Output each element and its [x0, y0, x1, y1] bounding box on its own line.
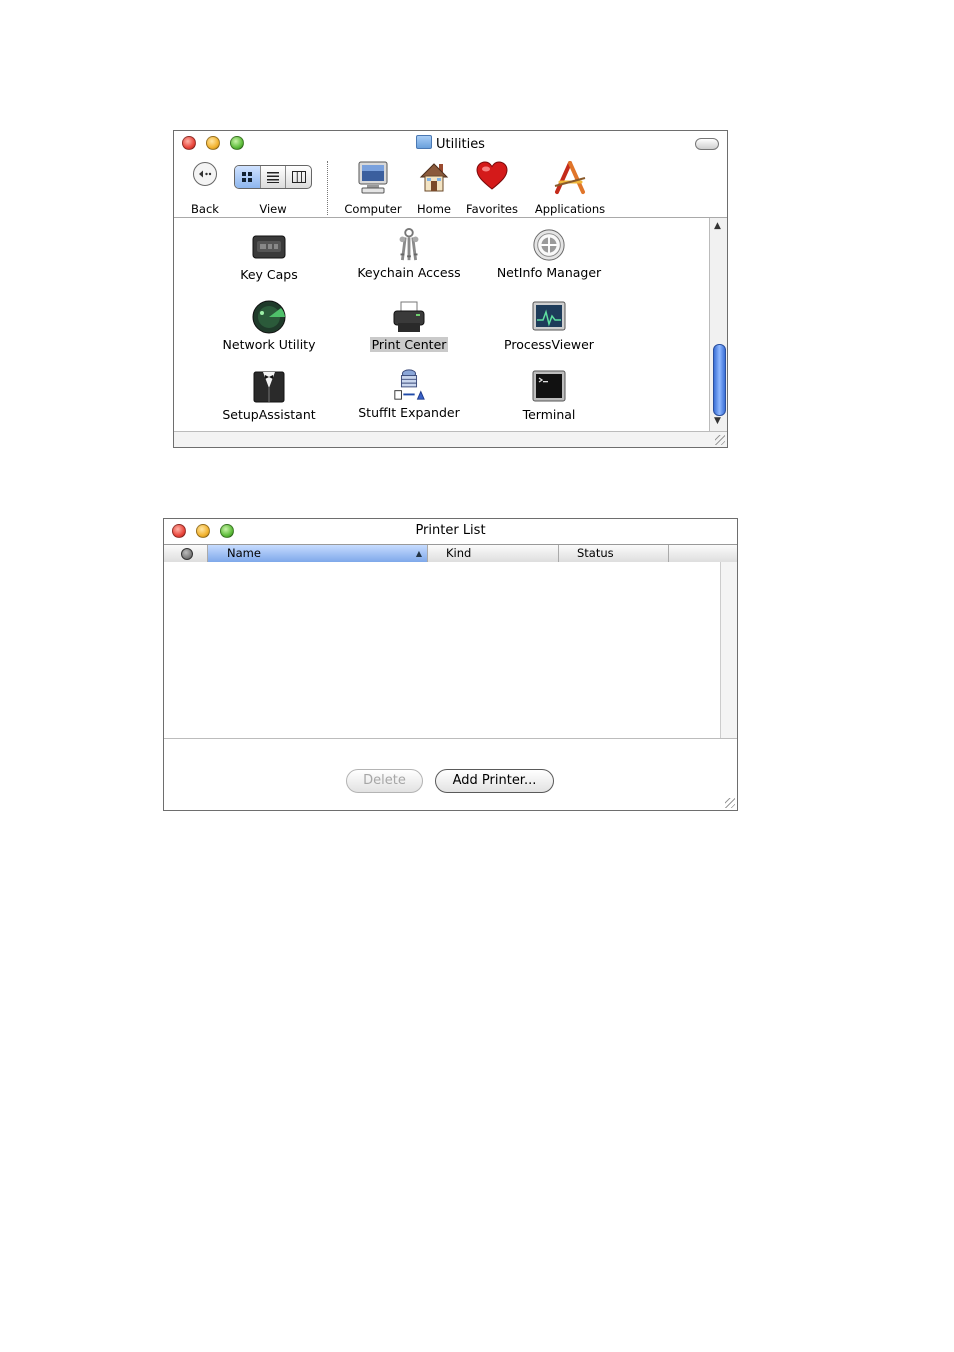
default-printer-column[interactable]	[164, 545, 208, 562]
default-printer-icon	[181, 548, 193, 560]
scroll-down-arrow-icon[interactable]: ▼	[714, 416, 721, 426]
button-bar: Delete Add Printer...	[164, 738, 737, 810]
computer-button[interactable]: Computer	[342, 155, 404, 216]
column-headers: Name ▲ Kind Status	[164, 544, 737, 563]
item-print-center[interactable]: Print Center	[339, 300, 479, 352]
item-processviewer[interactable]: ProcessViewer	[479, 300, 619, 352]
toolbar-toggle-button[interactable]	[695, 138, 719, 150]
stuffit-icon	[394, 369, 425, 400]
columns-icon	[291, 171, 306, 183]
list-lines-icon	[267, 172, 279, 183]
status-bar	[174, 431, 727, 447]
delete-button[interactable]: Delete	[346, 769, 423, 793]
utilities-window: Utilities Back View Computer Home Favori…	[173, 130, 728, 448]
terminal-icon	[532, 370, 566, 402]
printer-list-titlebar[interactable]: Printer List	[164, 519, 737, 544]
item-setupassistant[interactable]: SetupAssistant	[199, 370, 339, 422]
view-control: View	[232, 155, 314, 216]
printer-list[interactable]	[164, 562, 720, 738]
printer-icon	[393, 301, 425, 332]
list-view-button[interactable]	[261, 166, 287, 188]
vertical-scrollbar[interactable]	[720, 562, 737, 738]
computer-icon	[358, 161, 388, 194]
applications-icon	[554, 161, 586, 194]
applications-button[interactable]: Applications	[530, 155, 610, 216]
keyboard-icon	[252, 235, 286, 259]
item-stuffit-expander[interactable]: StuffIt Expander	[339, 368, 479, 420]
icon-grid: Key Caps Keychain Access NetInfo Manager	[174, 218, 709, 431]
vertical-scrollbar[interactable]: ▲ ▼	[709, 218, 727, 431]
favorites-button[interactable]: Favorites	[464, 155, 520, 216]
toolbar-separator	[327, 161, 328, 215]
resize-grip-icon[interactable]	[725, 798, 735, 808]
home-button[interactable]: Home	[412, 155, 456, 216]
sort-ascending-icon: ▲	[415, 549, 422, 558]
folder-icon	[416, 135, 433, 149]
utilities-titlebar[interactable]: Utilities	[174, 131, 727, 155]
window-title: Utilities	[174, 135, 727, 152]
keys-icon	[399, 228, 419, 261]
add-printer-button[interactable]: Add Printer...	[435, 769, 554, 793]
heart-icon	[476, 161, 508, 190]
item-network-utility[interactable]: Network Utility	[199, 300, 339, 352]
netinfo-icon	[533, 229, 565, 261]
monitor-graph-icon	[532, 301, 566, 331]
item-key-caps[interactable]: Key Caps	[199, 230, 339, 282]
item-netinfo-manager[interactable]: NetInfo Manager	[479, 228, 619, 280]
column-header-name[interactable]: Name ▲	[208, 545, 428, 562]
radar-icon	[252, 300, 286, 334]
scroll-up-arrow-icon[interactable]: ▲	[714, 221, 721, 231]
finder-toolbar: Back View Computer Home Favorites Applic…	[174, 155, 727, 218]
window-title: Printer List	[415, 523, 486, 538]
house-icon	[419, 163, 449, 192]
printer-list-window: Printer List Name ▲ Kind Status Delete A…	[163, 518, 738, 811]
column-view-button[interactable]	[286, 166, 311, 188]
icon-view-button[interactable]	[235, 166, 261, 188]
back-button[interactable]: Back	[184, 155, 226, 216]
column-header-status[interactable]: Status	[559, 545, 669, 562]
item-keychain-access[interactable]: Keychain Access	[339, 228, 479, 280]
back-arrow-icon	[193, 162, 217, 186]
tuxedo-icon	[253, 371, 285, 403]
scroll-thumb[interactable]	[713, 344, 726, 416]
item-terminal[interactable]: Terminal	[479, 370, 619, 422]
icon-grid-icon	[242, 172, 253, 182]
resize-grip-icon[interactable]	[715, 435, 725, 445]
column-header-kind[interactable]: Kind	[428, 545, 559, 562]
